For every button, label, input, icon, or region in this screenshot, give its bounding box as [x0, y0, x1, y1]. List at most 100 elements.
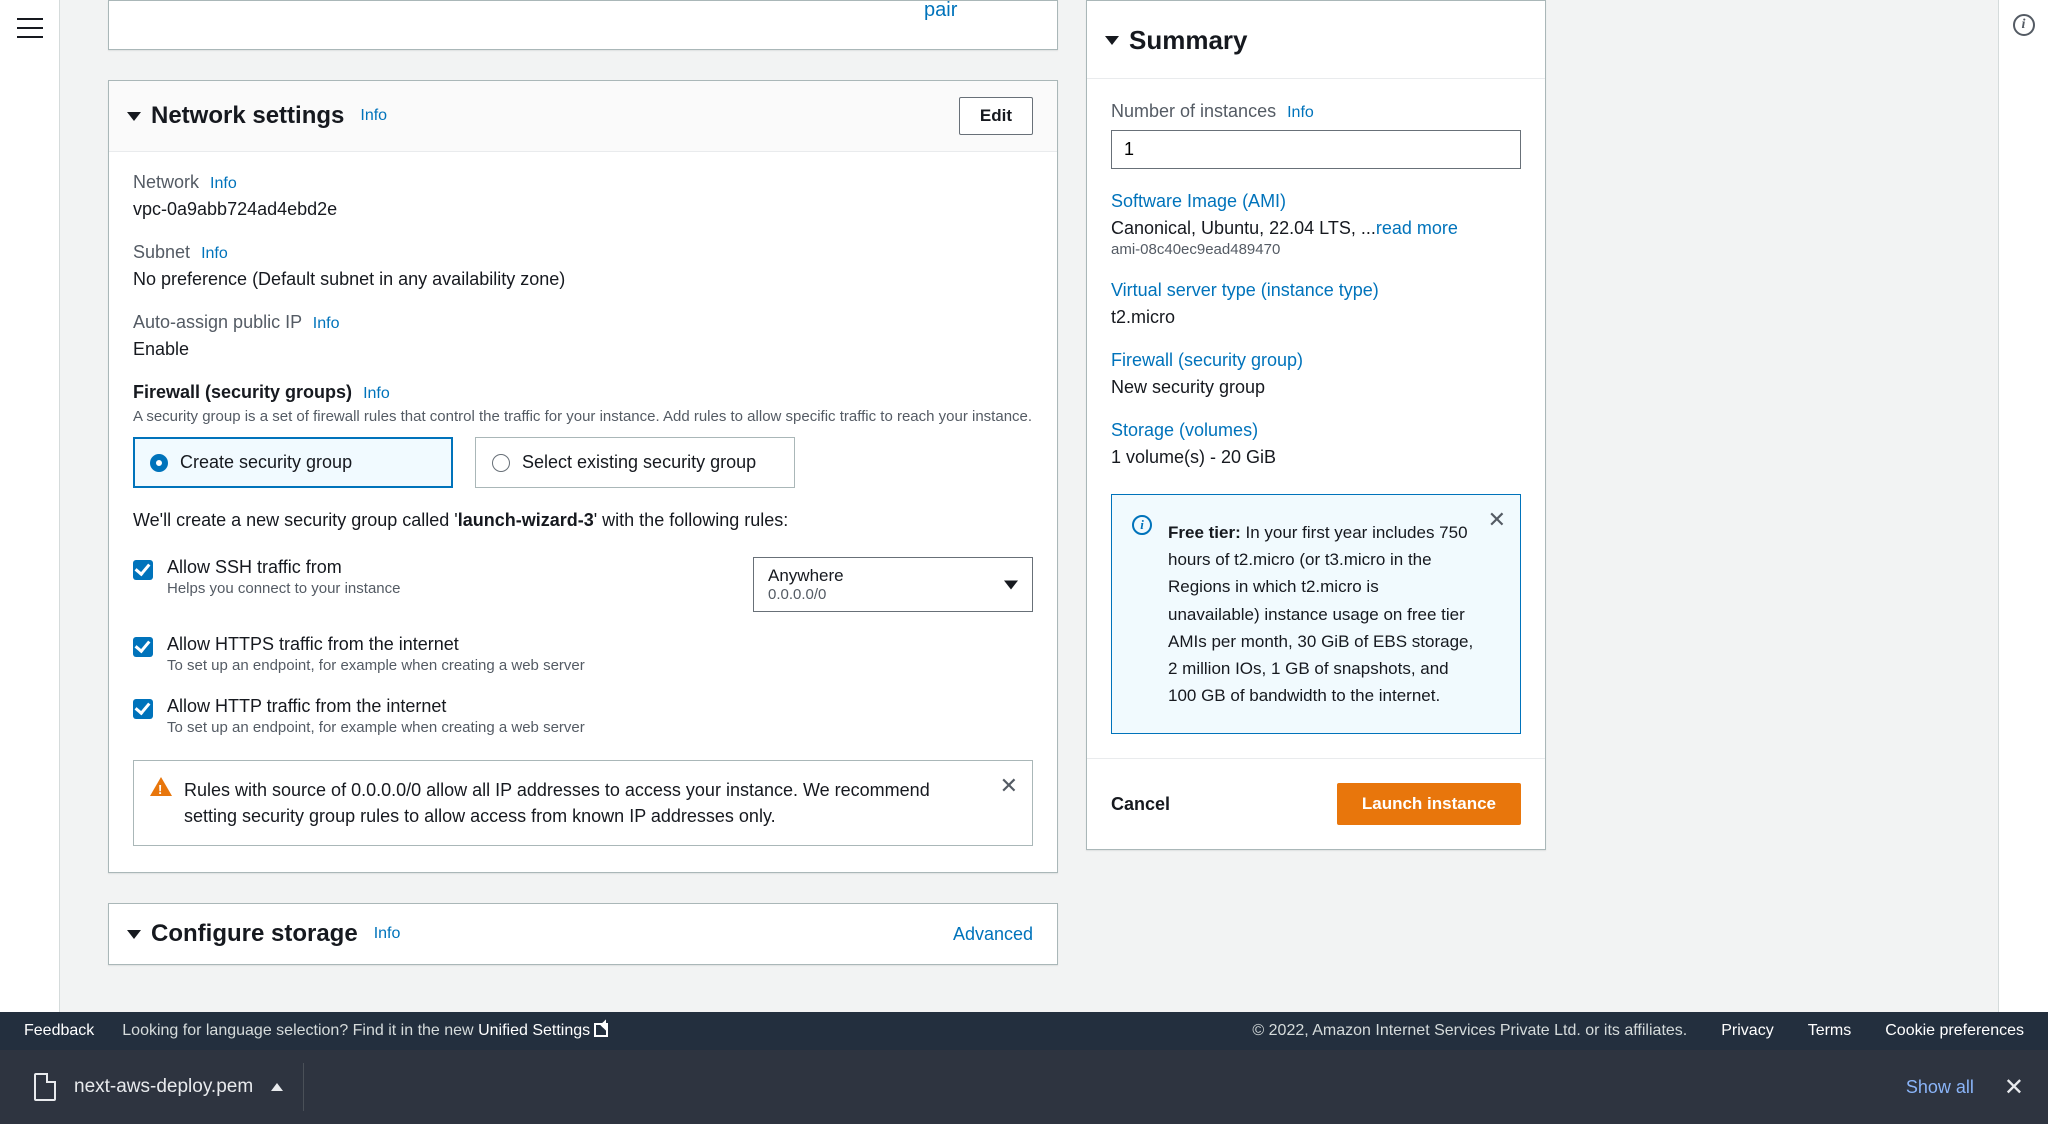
- download-shelf: next-aws-deploy.pem Show all ✕: [0, 1050, 2048, 1124]
- security-group-mode: Create security group Select existing se…: [133, 437, 1033, 488]
- storage-summary-value: 1 volume(s) - 20 GiB: [1111, 447, 1521, 468]
- info-link[interactable]: Info: [360, 107, 387, 125]
- open-source-warning: Rules with source of 0.0.0.0/0 allow all…: [133, 760, 1033, 846]
- external-link-icon: [594, 1023, 608, 1037]
- right-help-rail: i: [1998, 0, 2048, 1012]
- info-link[interactable]: Info: [363, 385, 390, 402]
- free-tier-text: In your first year includes 750 hours of…: [1168, 523, 1473, 705]
- info-link[interactable]: Info: [201, 245, 228, 262]
- sg-name: launch-wizard-3: [458, 510, 594, 530]
- storage-advanced-link[interactable]: Advanced: [953, 924, 1033, 945]
- summary-title: Summary: [1129, 25, 1248, 56]
- ami-label-link[interactable]: Software Image (AMI): [1111, 191, 1521, 212]
- allow-ssh-row: Allow SSH traffic from Helps you connect…: [133, 557, 1033, 612]
- info-icon[interactable]: i: [2013, 14, 2035, 36]
- ami-field: Software Image (AMI) Canonical, Ubuntu, …: [1111, 191, 1521, 258]
- radio-existing-label: Select existing security group: [522, 452, 756, 473]
- sg-sentence-post: ' with the following rules:: [594, 510, 789, 530]
- feedback-link[interactable]: Feedback: [24, 1022, 94, 1040]
- copyright-text: © 2022, Amazon Internet Services Private…: [1252, 1022, 1687, 1040]
- info-link[interactable]: Info: [313, 315, 340, 332]
- warning-icon: [150, 777, 172, 796]
- network-label: Network: [133, 172, 199, 192]
- edit-button[interactable]: Edit: [959, 97, 1033, 135]
- info-link[interactable]: Info: [210, 175, 237, 192]
- info-icon: i: [1132, 515, 1152, 535]
- privacy-link[interactable]: Privacy: [1721, 1022, 1773, 1040]
- allow-https-help: To set up an endpoint, for example when …: [167, 657, 1033, 674]
- storage-summary-field: Storage (volumes) 1 volume(s) - 20 GiB: [1111, 420, 1521, 468]
- instance-type-value: t2.micro: [1111, 307, 1521, 328]
- num-instances-label: Number of instances: [1111, 101, 1276, 121]
- warning-text: Rules with source of 0.0.0.0/0 allow all…: [184, 780, 930, 826]
- storage-label-link[interactable]: Storage (volumes): [1111, 420, 1521, 441]
- sg-sentence: We'll create a new security group called…: [133, 510, 1033, 531]
- unified-settings-link[interactable]: Unified Settings: [478, 1022, 608, 1039]
- footer-lang-pre: Looking for language selection? Find it …: [122, 1022, 478, 1039]
- network-settings-header: Network settings Info Edit: [109, 81, 1057, 152]
- main-column: pair Network settings Info Edit Network: [108, 0, 1058, 965]
- info-link[interactable]: Info: [374, 925, 401, 943]
- firewall-summary-value: New security group: [1111, 377, 1521, 398]
- allow-ssh-checkbox[interactable]: [133, 560, 153, 580]
- show-all-downloads[interactable]: Show all: [1906, 1077, 1974, 1098]
- chevron-up-icon[interactable]: [271, 1083, 283, 1091]
- configure-storage-title: Configure storage: [151, 920, 358, 948]
- network-field: Network Info vpc-0a9abb724ad4ebd2e: [133, 172, 1033, 220]
- instance-type-field: Virtual server type (instance type) t2.m…: [1111, 280, 1521, 328]
- close-icon[interactable]: ✕: [1000, 775, 1018, 797]
- ami-read-more-link[interactable]: read more: [1376, 218, 1458, 238]
- cancel-button[interactable]: Cancel: [1111, 794, 1170, 815]
- free-tier-info: i ✕ Free tier: In your first year includ…: [1111, 494, 1521, 734]
- close-icon[interactable]: ✕: [1488, 509, 1506, 531]
- ssh-source-select[interactable]: Anywhere 0.0.0.0/0: [753, 557, 1033, 612]
- allow-http-checkbox[interactable]: [133, 699, 153, 719]
- radio-create-label: Create security group: [180, 452, 352, 473]
- firewall-summary-field: Firewall (security group) New security g…: [1111, 350, 1521, 398]
- radio-existing-sg[interactable]: Select existing security group: [475, 437, 795, 488]
- left-nav-rail: [0, 0, 60, 1012]
- allow-https-checkbox[interactable]: [133, 637, 153, 657]
- firewall-field: Firewall (security groups) Info A securi…: [133, 382, 1033, 427]
- info-link[interactable]: Info: [1287, 104, 1314, 121]
- chevron-down-icon[interactable]: [1105, 36, 1119, 45]
- download-chip[interactable]: next-aws-deploy.pem: [28, 1063, 304, 1111]
- file-icon: [34, 1073, 56, 1101]
- instance-type-label-link[interactable]: Virtual server type (instance type): [1111, 280, 1521, 301]
- firewall-label-link[interactable]: Firewall (security group): [1111, 350, 1521, 371]
- subnet-label: Subnet: [133, 242, 190, 262]
- footer-lang-text: Looking for language selection? Find it …: [122, 1022, 608, 1040]
- auto-ip-value: Enable: [133, 339, 1033, 360]
- close-icon[interactable]: ✕: [2004, 1073, 2024, 1102]
- subnet-value: No preference (Default subnet in any ava…: [133, 269, 1033, 290]
- allow-ssh-title: Allow SSH traffic from: [167, 557, 695, 578]
- chevron-down-icon[interactable]: [127, 930, 141, 939]
- content-area: pair Network settings Info Edit Network: [60, 0, 1998, 1012]
- allow-https-title: Allow HTTPS traffic from the internet: [167, 634, 1033, 655]
- terms-link[interactable]: Terms: [1808, 1022, 1852, 1040]
- footer-bar: Feedback Looking for language selection?…: [0, 1012, 2048, 1050]
- ami-value: Canonical, Ubuntu, 22.04 LTS, ...: [1111, 218, 1376, 238]
- radio-icon: [492, 454, 510, 472]
- chevron-down-icon[interactable]: [127, 112, 141, 121]
- allow-http-row: Allow HTTP traffic from the internet To …: [133, 696, 1033, 736]
- allow-http-title: Allow HTTP traffic from the internet: [167, 696, 1033, 717]
- ssh-source-sub: 0.0.0.0/0: [768, 586, 1018, 603]
- network-settings-title: Network settings: [151, 102, 344, 130]
- chevron-down-icon: [1004, 580, 1018, 589]
- menu-icon[interactable]: [17, 18, 43, 38]
- launch-instance-button[interactable]: Launch instance: [1337, 783, 1521, 825]
- num-instances-input[interactable]: [1111, 130, 1521, 169]
- cookie-preferences-link[interactable]: Cookie preferences: [1885, 1022, 2024, 1040]
- firewall-help: A security group is a set of firewall ru…: [133, 407, 1033, 427]
- auto-ip-field: Auto-assign public IP Info Enable: [133, 312, 1033, 360]
- subnet-field: Subnet Info No preference (Default subne…: [133, 242, 1033, 290]
- num-instances-field: Number of instances Info: [1111, 101, 1521, 169]
- radio-create-sg[interactable]: Create security group: [133, 437, 453, 488]
- allow-http-help: To set up an endpoint, for example when …: [167, 719, 1033, 736]
- keypair-panel: pair: [108, 0, 1058, 50]
- ssh-source-value: Anywhere: [768, 566, 1018, 586]
- ami-id: ami-08c40ec9ead489470: [1111, 241, 1521, 258]
- summary-header: Summary: [1087, 1, 1545, 78]
- create-key-pair-link[interactable]: pair: [924, 0, 957, 22]
